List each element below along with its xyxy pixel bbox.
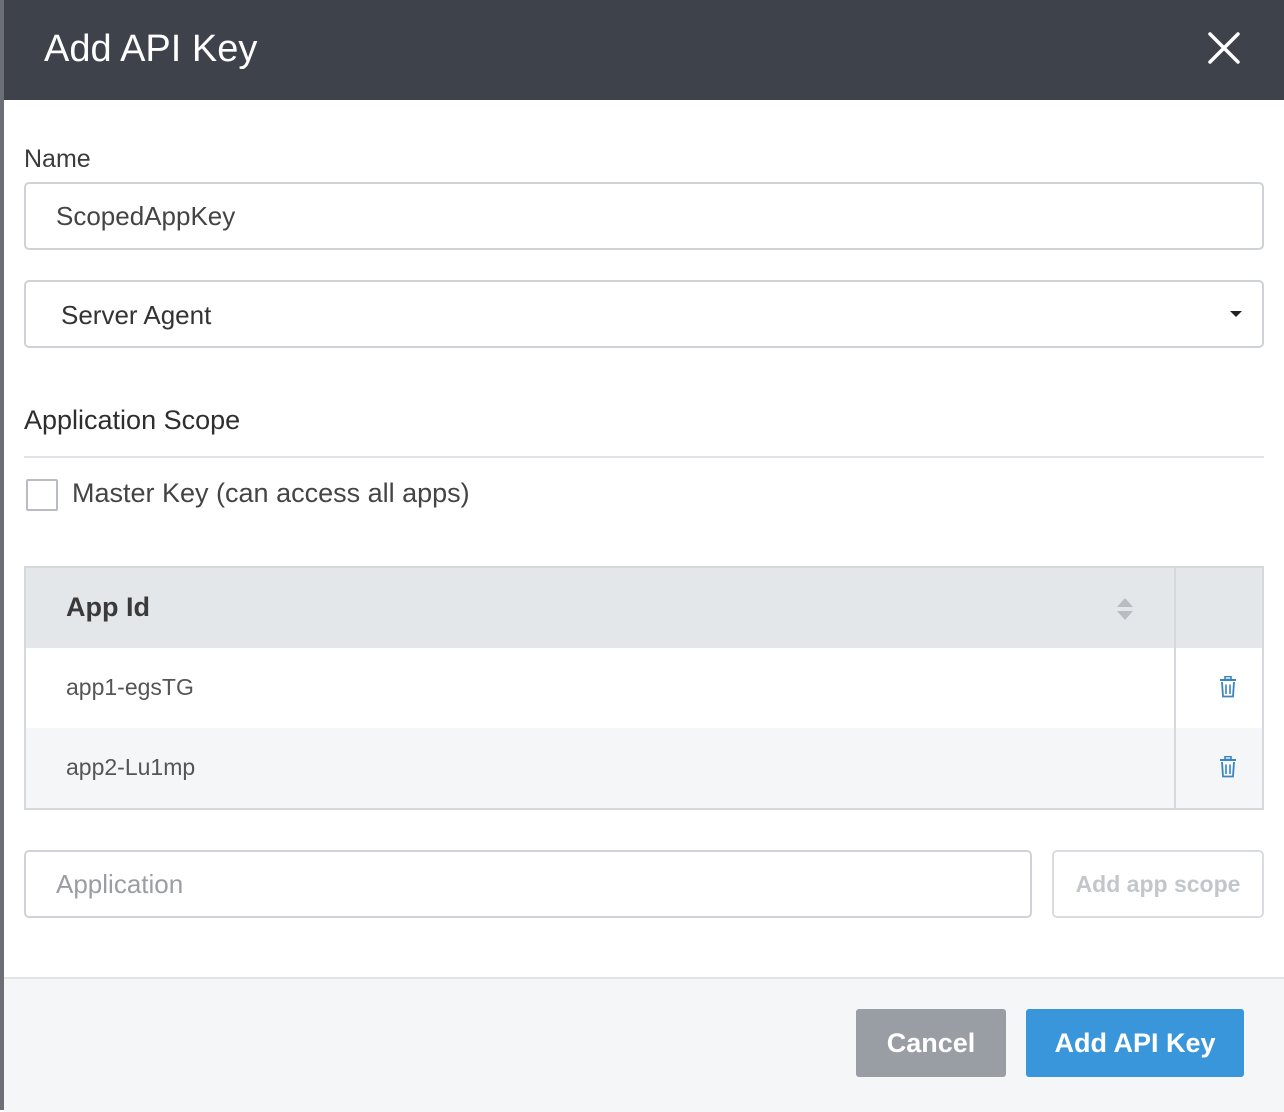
table-row: app2-Lu1mp <box>26 728 1262 808</box>
table-row: app1-egsTG <box>26 648 1262 728</box>
add-api-key-button[interactable]: Add API Key <box>1026 1009 1244 1077</box>
key-type-selected-value: Server Agent <box>61 300 212 330</box>
column-divider <box>1174 568 1176 808</box>
trash-icon[interactable] <box>1218 756 1238 778</box>
app-id-cell: app2-Lu1mp <box>66 754 196 780</box>
app-id-cell: app1-egsTG <box>66 674 194 700</box>
modal-title: Add API Key <box>44 28 258 70</box>
master-key-label[interactable]: Master Key (can access all apps) <box>72 478 470 509</box>
modal-footer: Cancel Add API Key <box>4 977 1284 1112</box>
name-input[interactable] <box>24 182 1264 250</box>
close-icon <box>1208 32 1240 64</box>
application-scope-heading: Application Scope <box>24 405 241 435</box>
column-header-app-id[interactable]: App Id <box>66 592 150 623</box>
close-button[interactable] <box>1204 28 1244 68</box>
caret-down-icon <box>1230 311 1242 317</box>
section-divider <box>24 456 1264 458</box>
sort-icon[interactable] <box>1116 596 1134 622</box>
key-type-select[interactable]: Server Agent <box>24 280 1264 348</box>
master-key-checkbox[interactable] <box>26 479 58 511</box>
trash-icon[interactable] <box>1218 676 1238 698</box>
application-input[interactable] <box>24 850 1032 918</box>
table-header-row: App Id <box>26 568 1262 648</box>
app-scope-table: App Id app1-egsTG app2-Lu1mp <box>24 566 1264 810</box>
add-api-key-modal: Add API Key Name Server Agent Applicatio… <box>4 0 1284 1112</box>
modal-header: Add API Key <box>4 0 1284 100</box>
add-app-scope-button[interactable]: Add app scope <box>1052 850 1264 918</box>
cancel-button[interactable]: Cancel <box>856 1009 1006 1077</box>
name-label: Name <box>24 145 91 173</box>
